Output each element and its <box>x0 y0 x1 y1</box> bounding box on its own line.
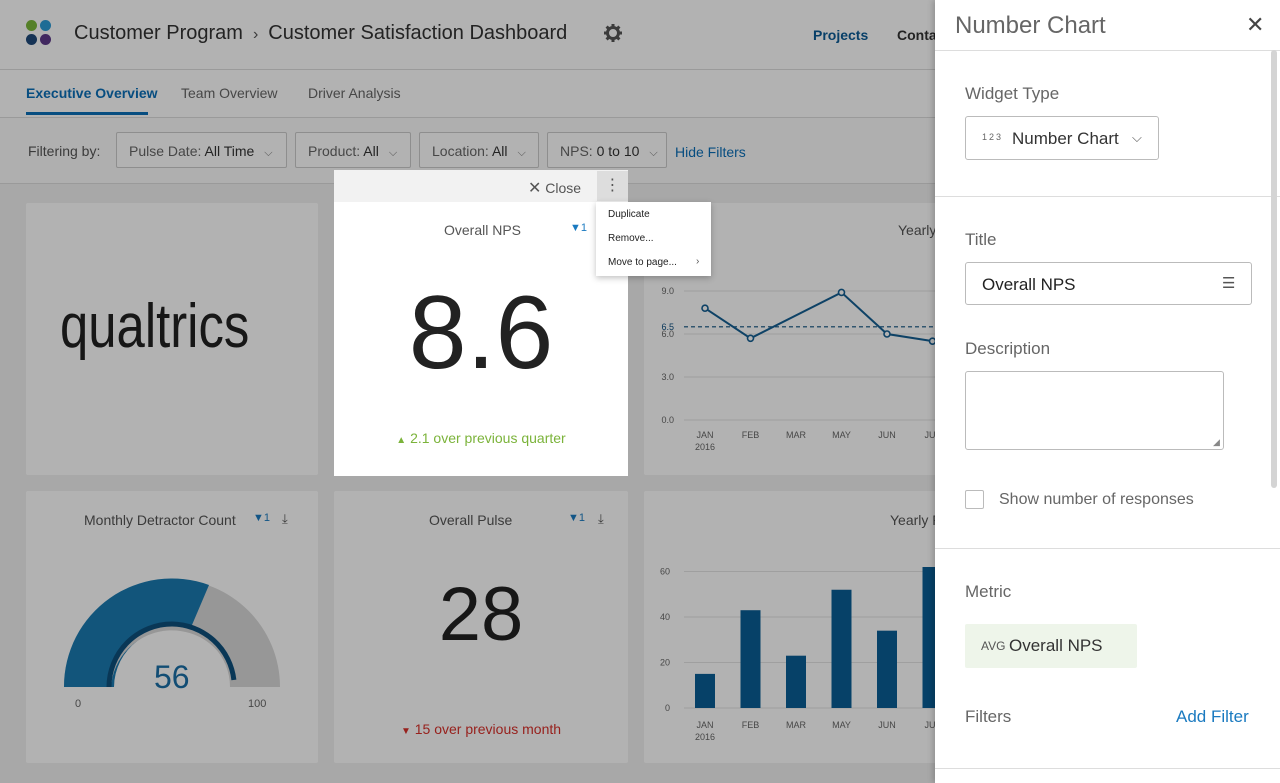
widget-title: Overall NPS <box>444 222 522 238</box>
widget-toolbar <box>334 170 628 202</box>
panel-title: Number Chart <box>955 12 1106 39</box>
text-format-icon[interactable]: ☰ <box>1222 274 1235 292</box>
nps-change: ▲ 2.1 over previous quarter <box>334 430 628 446</box>
funnel-icon: ▼ <box>570 222 581 234</box>
divider <box>935 548 1280 549</box>
metric-aggregation: AVG <box>981 639 1006 653</box>
description-label: Description <box>965 339 1051 358</box>
filter-count-badge[interactable]: ▼1 <box>570 222 587 234</box>
trend-up-icon: ▲ <box>396 435 407 446</box>
show-responses-checkbox[interactable] <box>965 490 984 509</box>
filters-label: Filters <box>965 707 1012 726</box>
panel-scrollbar[interactable] <box>1271 50 1277 488</box>
filter-count: 1 <box>580 222 588 234</box>
show-responses-label[interactable]: Show number of responses <box>999 491 1194 509</box>
nps-value: 8.6 <box>408 275 554 391</box>
description-textarea[interactable]: ◢ <box>965 371 1224 450</box>
close-icon: ✕ <box>528 180 542 197</box>
title-label: Title <box>965 230 997 249</box>
widget-type-label: Widget Type <box>965 84 1060 103</box>
close-icon[interactable]: ✕ <box>1246 12 1264 38</box>
menu-item-move-to-page[interactable]: Move to page... <box>608 257 677 268</box>
divider <box>935 196 1280 197</box>
widget-context-menu: Duplicate Remove... Move to page... › <box>596 202 711 276</box>
widget-settings-panel: Number Chart ✕ Widget Type 123 Number Ch… <box>935 0 1280 783</box>
more-options-icon[interactable]: ⋮ <box>597 171 628 201</box>
number-chart-icon: 123 <box>982 132 1004 142</box>
close-widget-button[interactable]: ✕ Close <box>528 178 581 198</box>
close-label: Close <box>545 180 582 196</box>
add-filter-link[interactable]: Add Filter <box>1176 707 1249 727</box>
chevron-right-icon: › <box>696 256 700 267</box>
menu-item-remove[interactable]: Remove... <box>608 233 654 244</box>
divider <box>935 768 1280 769</box>
chevron-down-icon: ⌵ <box>1132 130 1142 145</box>
title-input-value: Overall NPS <box>982 275 1076 294</box>
nps-change-text: 2.1 over previous quarter <box>410 430 566 446</box>
metric-pill[interactable]: AVG Overall NPS <box>965 624 1137 668</box>
resize-handle-icon[interactable]: ◢ <box>1213 437 1220 448</box>
widget-type-value: Number Chart <box>1012 129 1119 148</box>
overall-nps-widget[interactable]: Overall NPS ▼1 8.6 ▲ 2.1 over previous q… <box>334 170 628 476</box>
title-input[interactable]: Overall NPS ☰ <box>965 262 1252 305</box>
metric-label: Metric <box>965 582 1012 601</box>
divider <box>935 50 1280 51</box>
metric-value: Overall NPS <box>1009 636 1103 655</box>
widget-type-select[interactable]: 123 Number Chart ⌵ <box>965 116 1159 160</box>
menu-item-duplicate[interactable]: Duplicate <box>608 209 650 220</box>
